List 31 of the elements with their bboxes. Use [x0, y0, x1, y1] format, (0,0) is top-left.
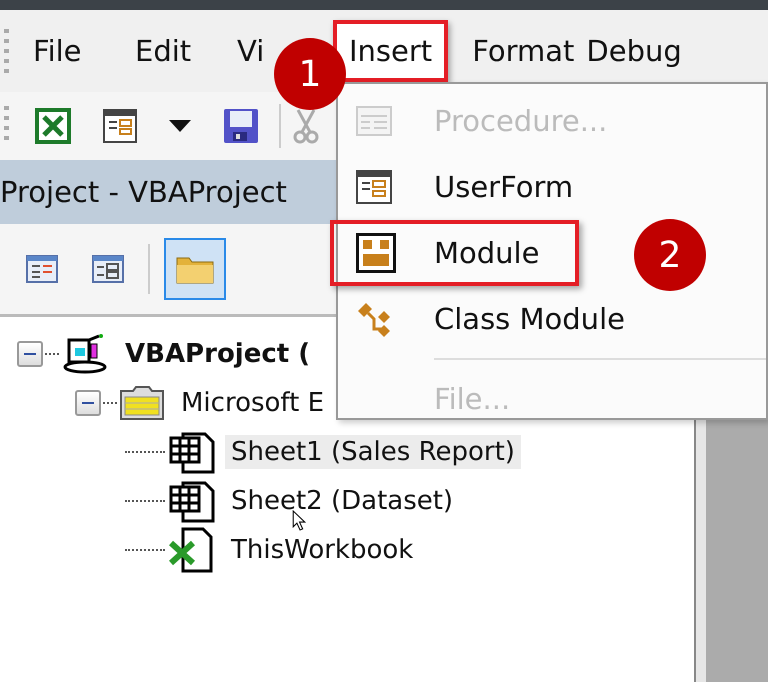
tree-item[interactable]: Sheet2 (Dataset) [225, 484, 460, 518]
tree-item[interactable]: ThisWorkbook [225, 532, 420, 566]
form-window-icon [92, 255, 124, 283]
list-icon [356, 106, 392, 136]
tree-item[interactable]: VBAProject ( [119, 336, 316, 370]
worksheet-icon [169, 430, 215, 474]
menu-item[interactable]: Vi [231, 24, 270, 78]
dropdown-arrow-icon[interactable] [169, 120, 191, 132]
project-icon [61, 334, 109, 374]
tree-item[interactable]: Sheet1 (Sales Report) [225, 434, 521, 468]
folder-toggle-button[interactable] [164, 238, 226, 300]
folder-icon [119, 384, 165, 420]
module-icon [356, 233, 396, 273]
tree-item[interactable]: Microsoft E [175, 386, 330, 420]
mouse-pointer-icon [292, 510, 306, 531]
spreadsheet-icon[interactable] [35, 108, 71, 144]
collapse-toggle[interactable] [75, 390, 101, 416]
workbook-icon [169, 526, 215, 572]
code-window-icon [26, 255, 58, 283]
menu-item[interactable]: Format [466, 24, 580, 78]
collapse-toggle[interactable] [17, 340, 43, 366]
menu-option[interactable]: Module [330, 220, 580, 286]
menu-item[interactable]: File [27, 24, 88, 78]
worksheet-icon [169, 478, 215, 522]
form-icon [356, 170, 392, 204]
menu-item[interactable]: Edit [129, 24, 198, 78]
form-icon[interactable] [103, 109, 137, 143]
class-icon [356, 301, 392, 337]
menu-item[interactable]: Debug [580, 24, 688, 78]
menu-item[interactable]: Insert [333, 20, 448, 82]
save-icon[interactable] [223, 108, 259, 144]
